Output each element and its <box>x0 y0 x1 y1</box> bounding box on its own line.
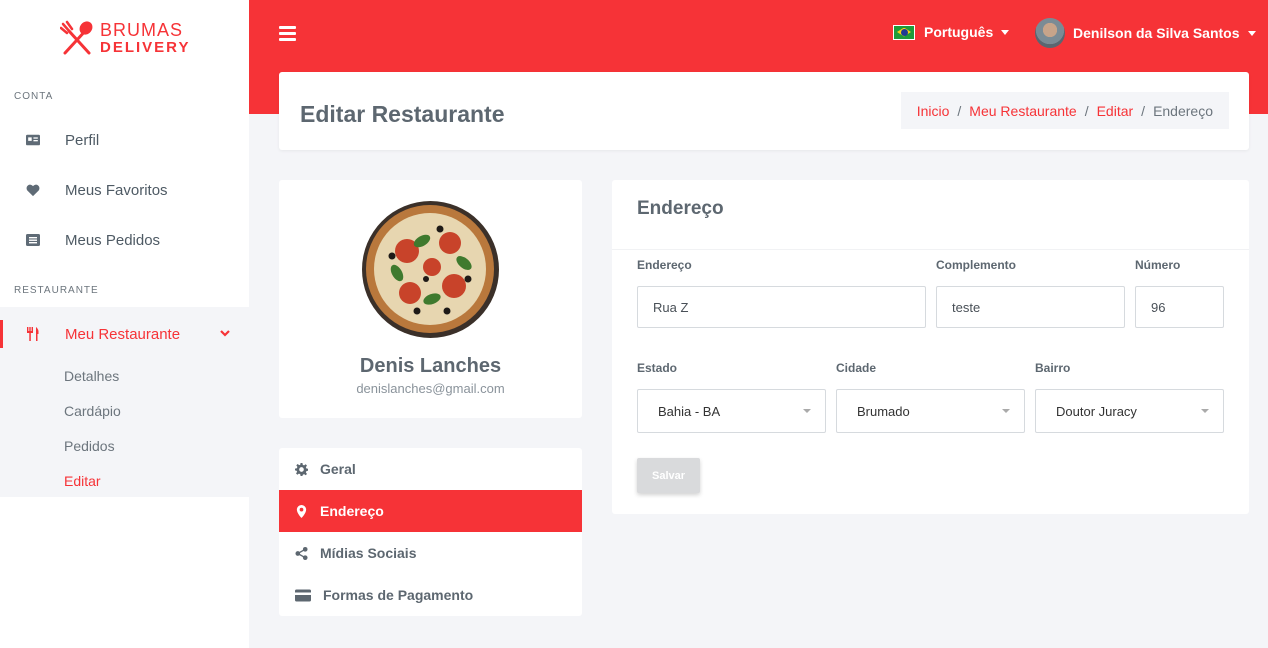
settings-menu-formas-pagamento[interactable]: Formas de Pagamento <box>279 574 582 616</box>
list-icon <box>0 233 65 247</box>
settings-menu-label: Geral <box>320 461 356 477</box>
gear-icon <box>295 462 308 476</box>
section-label-restaurant: RESTAURANTE <box>14 285 99 296</box>
breadcrumb-editar[interactable]: Editar <box>1097 103 1134 119</box>
settings-menu-label: Endereço <box>320 503 384 519</box>
cidade-value: Brumado <box>857 403 910 419</box>
breadcrumb-separator: / <box>1141 102 1146 119</box>
breadcrumb: Inicio / Meu Restaurante / Editar / Ende… <box>900 92 1229 129</box>
brand-logo[interactable]: BRUMAS DELIVERY <box>60 20 190 58</box>
endereco-field[interactable]: Rua Z <box>637 286 926 328</box>
fork-spoon-icon <box>60 20 93 55</box>
chevron-down-icon[interactable] <box>219 326 231 343</box>
heart-icon <box>0 183 65 197</box>
breadcrumb-separator: / <box>957 102 962 119</box>
caret-down-icon <box>1247 30 1256 36</box>
numero-label: Número <box>1135 258 1181 272</box>
restaurant-email: denislanches@gmail.com <box>356 381 505 396</box>
user-name: Denilson da Silva Santos <box>1073 25 1240 41</box>
divider <box>612 249 1249 250</box>
sidebar-subitem-detalhes[interactable]: Detalhes <box>64 368 119 384</box>
sidebar-item-pedidos[interactable]: Meus Pedidos <box>0 218 249 262</box>
hamburger-menu-icon[interactable] <box>279 26 296 44</box>
breadcrumb-meu-restaurante[interactable]: Meu Restaurante <box>969 103 1076 119</box>
utensils-icon <box>0 327 65 341</box>
estado-value: Bahia - BA <box>658 403 721 419</box>
settings-menu: Geral Endereço Mídias Sociais Formas de … <box>279 448 582 616</box>
sidebar: BRUMAS DELIVERY CONTA Perfil Meus Favori… <box>0 0 249 648</box>
bairro-label: Bairro <box>1035 361 1071 375</box>
brand-line2: DELIVERY <box>100 39 191 56</box>
estado-select[interactable]: Bahia - BA <box>637 389 826 433</box>
sidebar-item-perfil[interactable]: Perfil <box>0 118 249 162</box>
dropdown-arrow-icon <box>1002 409 1010 413</box>
address-form: Endereço Endereço Rua Z Complemento test… <box>612 180 1249 514</box>
restaurant-name: Denis Lanches <box>359 355 502 377</box>
share-icon <box>295 546 308 560</box>
breadcrumb-inicio[interactable]: Inicio <box>917 103 950 119</box>
id-card-icon <box>0 133 65 147</box>
language-label: Português <box>924 24 994 40</box>
map-marker-icon <box>296 504 307 518</box>
settings-menu-endereco[interactable]: Endereço <box>279 490 582 532</box>
sidebar-subitem-pedidos[interactable]: Pedidos <box>64 438 115 454</box>
page-title: Editar Restaurante <box>300 101 505 127</box>
numero-field[interactable]: 96 <box>1135 286 1224 328</box>
caret-down-icon <box>1001 29 1010 35</box>
sidebar-item-label: Meus Pedidos <box>65 231 161 249</box>
dropdown-arrow-icon <box>1201 409 1209 413</box>
bairro-value: Doutor Juracy <box>1056 403 1137 419</box>
sidebar-item-meu-restaurante[interactable]: Meu Restaurante <box>0 312 249 356</box>
sidebar-item-label: Perfil <box>65 131 100 149</box>
brand-line1: BRUMAS <box>100 20 184 40</box>
brazil-flag-icon <box>893 24 915 40</box>
breadcrumb-current: Endereço <box>1153 102 1213 119</box>
avatar <box>1035 18 1065 48</box>
cidade-label: Cidade <box>836 361 877 375</box>
bairro-select[interactable]: Doutor Juracy <box>1035 389 1224 433</box>
language-selector[interactable]: Português <box>893 24 1010 40</box>
endereco-label: Endereço <box>637 258 692 272</box>
cidade-select[interactable]: Brumado <box>836 389 1025 433</box>
sidebar-item-label: Meus Favoritos <box>65 181 168 199</box>
complemento-field[interactable]: teste <box>936 286 1125 328</box>
estado-label: Estado <box>637 361 678 375</box>
settings-menu-geral[interactable]: Geral <box>279 448 582 490</box>
form-title: Endereço <box>637 198 724 219</box>
user-menu[interactable]: Denilson da Silva Santos <box>1035 18 1256 48</box>
page-header: Editar Restaurante Inicio / Meu Restaura… <box>279 72 1249 150</box>
section-label-account: CONTA <box>14 91 54 102</box>
credit-card-icon <box>295 589 311 601</box>
restaurant-image <box>362 201 499 338</box>
complemento-label: Complemento <box>936 258 1017 272</box>
restaurant-profile-card: Denis Lanches denislanches@gmail.com <box>279 180 582 418</box>
sidebar-item-favoritos[interactable]: Meus Favoritos <box>0 168 249 212</box>
dropdown-arrow-icon <box>803 409 811 413</box>
save-button[interactable]: Salvar <box>637 458 700 493</box>
sidebar-item-label: Meu Restaurante <box>65 325 181 343</box>
sidebar-subitem-cardapio[interactable]: Cardápio <box>64 403 121 419</box>
settings-menu-label: Mídias Sociais <box>320 545 417 561</box>
settings-menu-label: Formas de Pagamento <box>323 587 474 603</box>
sidebar-subitem-editar[interactable]: Editar <box>64 473 101 489</box>
settings-menu-midias-sociais[interactable]: Mídias Sociais <box>279 532 582 574</box>
breadcrumb-separator: / <box>1084 102 1089 119</box>
